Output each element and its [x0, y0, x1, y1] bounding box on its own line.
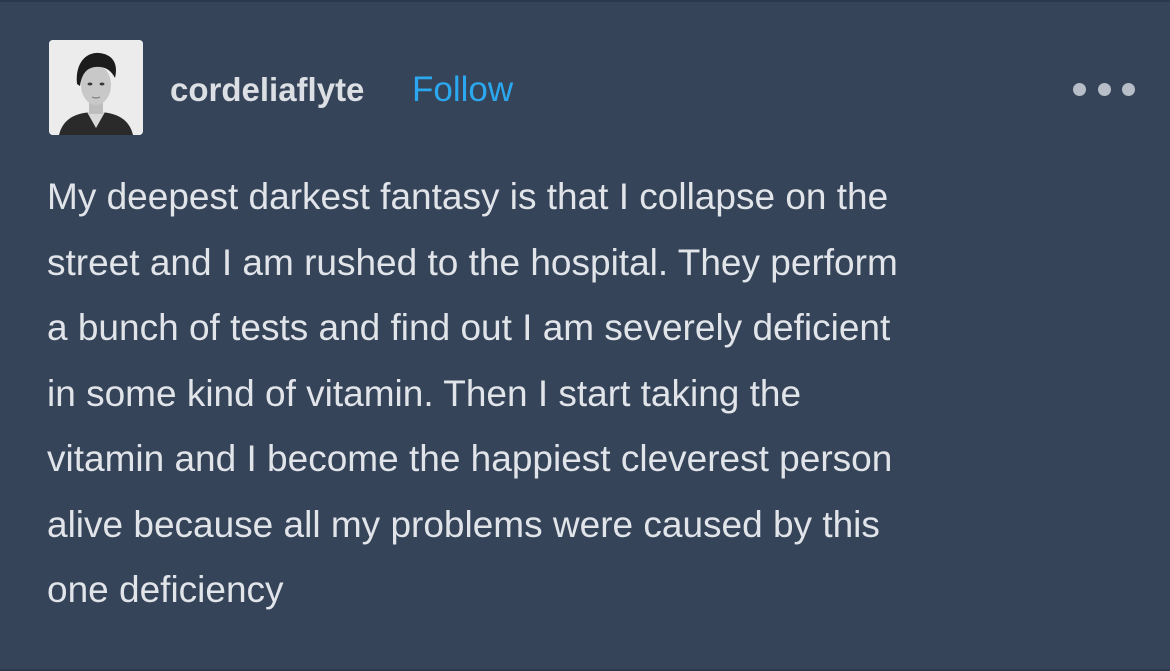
username-link[interactable]: cordeliaflyte [170, 70, 364, 110]
post-body-line: in some kind of vitamin. Then I start ta… [47, 372, 802, 414]
post-body: My deepest darkest fantasy is that I col… [47, 164, 1137, 623]
follow-button[interactable]: Follow [412, 70, 513, 110]
post-body-line: vitamin and I become the happiest clever… [47, 438, 893, 479]
post-body-line: My deepest darkest fantasy is that I col… [47, 176, 889, 217]
ellipsis-dot [1122, 82, 1135, 96]
post-body-line: a bunch of tests and find out I am sever… [47, 307, 891, 348]
post-body-line: street and I am rushed to the hospital. … [47, 241, 898, 283]
post-card: cordeliaflyte Follow My deepest darkest … [0, 0, 1170, 671]
ellipsis-dot [1097, 82, 1111, 96]
post-body-line: one deficiency [47, 569, 284, 610]
ellipsis-icon[interactable] [1073, 78, 1135, 100]
post-body-line: alive because all my problems were cause… [47, 503, 880, 545]
ellipsis-dot [1073, 82, 1086, 96]
avatar[interactable] [49, 40, 143, 135]
avatar-portrait [49, 40, 143, 135]
